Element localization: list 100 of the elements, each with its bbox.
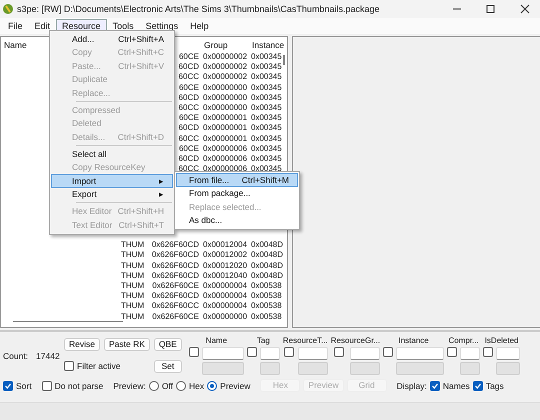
table-cell-text: 0x00538	[250, 281, 281, 292]
radio-label: Preview	[220, 380, 250, 390]
filter-field[interactable]	[496, 347, 520, 360]
filter-field[interactable]	[350, 347, 380, 360]
table-cell-text: 0x626F60CE	[151, 312, 200, 322]
menu-item[interactable]: From file... Ctrl+Shift+M	[176, 173, 298, 186]
table-cell-text: 0x0048D	[250, 270, 281, 282]
table-cell-text: 60CD	[178, 123, 200, 134]
set-button[interactable]: Set	[154, 360, 182, 373]
menu-item[interactable]: File	[2, 19, 29, 33]
table-cell-text: 0x0048D	[250, 260, 281, 271]
table-cell-text: 0x00345	[250, 72, 281, 83]
table-cell-text: 60CE	[178, 144, 200, 154]
filter-label: Compr...	[448, 336, 479, 345]
filter-label: ResourceT...	[282, 336, 328, 345]
table-cell-text: 0x0048D	[250, 250, 281, 261]
preview-label: Preview:	[113, 380, 146, 390]
filter-label: Name	[206, 336, 228, 345]
filter-label: Tag	[256, 336, 270, 345]
filter-field	[298, 362, 328, 375]
table-cell-text: 0x00345	[250, 82, 281, 93]
table-cell-text: 0x00538	[250, 312, 281, 322]
scroll-thumb[interactable]	[283, 55, 285, 65]
table-cell-text: 0x00000001	[202, 123, 248, 134]
display-checkbox[interactable]	[430, 380, 440, 390]
table-cell-text: 0x00345	[250, 113, 281, 124]
filter-checkbox[interactable]	[284, 347, 294, 357]
scroll-thumb[interactable]	[13, 321, 123, 322]
filter-label: ResourceGr...	[330, 336, 380, 345]
table-cell-text: 0x00345	[250, 52, 281, 62]
table-cell-text: 0x00012004	[202, 240, 248, 250]
qbe-button[interactable]: QBE	[154, 338, 182, 352]
table-cell-text: 0x00000002	[202, 72, 248, 83]
app-icon	[3, 4, 13, 14]
filter-checkbox[interactable]	[188, 347, 199, 357]
filter-checkbox[interactable]	[334, 347, 344, 357]
table-cell-text: 0x00345	[250, 102, 281, 114]
radio-button[interactable]	[176, 380, 186, 390]
filter-field	[202, 362, 244, 375]
filter-checkbox[interactable]	[383, 347, 394, 357]
table-cell-text: 0x00000000	[202, 82, 248, 93]
menu-item[interactable]: Settings	[140, 19, 184, 33]
filter-label: IsDeleted	[484, 336, 518, 345]
table-cell-text: 0x00000001	[202, 134, 248, 144]
table-cell-text: 0x00012002	[202, 250, 248, 261]
table-cell-text: 0x00345	[250, 134, 281, 144]
table-cell-text: THUM	[120, 291, 146, 302]
table-cell-text: THUM	[120, 260, 146, 271]
table-cell-text: THUM	[120, 281, 146, 292]
filter-checkbox[interactable]	[246, 347, 257, 357]
table-cell-text: 0x00345	[250, 164, 281, 174]
filter-field	[260, 362, 280, 375]
table-cell-text: 0x00000004	[202, 281, 248, 292]
menu-item[interactable]: Edit	[28, 19, 56, 33]
menu-item[interactable]: Help	[184, 19, 215, 33]
radio-button[interactable]	[148, 380, 159, 390]
window-title: s3pe: [RW] D:\Documents\Electronic Arts\The Sims 3\Thumbnails\CasThumbnails.package	[17, 4, 380, 14]
menu-item[interactable]: Add... Ctrl+Shift+A	[51, 32, 173, 46]
filter-checkbox[interactable]	[447, 347, 458, 357]
sort-checkbox[interactable]	[3, 380, 13, 390]
menu-item[interactable]: Select all	[51, 147, 173, 160]
filter-checkbox[interactable]	[64, 361, 74, 372]
table-cell-text: 0x00000004	[202, 291, 248, 302]
table-cell-text: 0x00345	[250, 123, 281, 134]
menu-item[interactable]: Import ▸	[51, 174, 173, 188]
table-cell-text: 60CC	[178, 72, 200, 83]
table-cell-text: THUM	[120, 250, 146, 261]
table-cell-text: 0x00000002	[202, 52, 248, 62]
display-checkbox[interactable]	[472, 380, 483, 390]
column-header[interactable]: Group	[201, 38, 249, 52]
menu-item[interactable]: As dbc...	[176, 214, 298, 227]
checkbox-label: Sort	[16, 380, 32, 390]
menu-item[interactable]: Tools	[106, 19, 140, 33]
paste-rk-button[interactable]: Paste RK	[104, 338, 150, 352]
menu-item[interactable]: Export ▸	[51, 188, 173, 201]
radio-button[interactable]	[207, 380, 218, 390]
parse-checkbox[interactable]	[42, 380, 52, 390]
display-label: Display:	[396, 380, 427, 390]
table-cell-text: 0x00345	[250, 154, 281, 164]
count-value: 17442	[36, 350, 60, 360]
table-cell-text: THUM	[120, 301, 146, 312]
table-cell-text: 0x00000006	[202, 164, 248, 174]
filter-field[interactable]	[396, 347, 444, 360]
filter-field[interactable]	[202, 347, 244, 360]
filter-checkbox[interactable]	[483, 347, 494, 357]
filter-field[interactable]	[298, 347, 328, 360]
table-cell-text: 60CD	[178, 92, 200, 103]
menu-item[interactable]: From package...	[176, 186, 298, 200]
table-cell-text: 0x0048D	[250, 240, 281, 250]
filter-field[interactable]	[260, 347, 280, 360]
table-cell-text: 0x00000006	[202, 154, 248, 164]
table-cell-text: THUM	[120, 270, 146, 282]
filter-field	[496, 362, 520, 375]
table-cell-text: 0x626F60CE	[151, 281, 200, 292]
revise-button[interactable]: Revise	[64, 338, 100, 352]
checkbox-label: Names	[442, 380, 470, 390]
table-cell-text: 0x00000001	[202, 113, 248, 124]
filter-field[interactable]	[460, 347, 480, 360]
count-label: Count:	[3, 350, 28, 360]
table-cell-text: 60CC	[178, 102, 200, 114]
